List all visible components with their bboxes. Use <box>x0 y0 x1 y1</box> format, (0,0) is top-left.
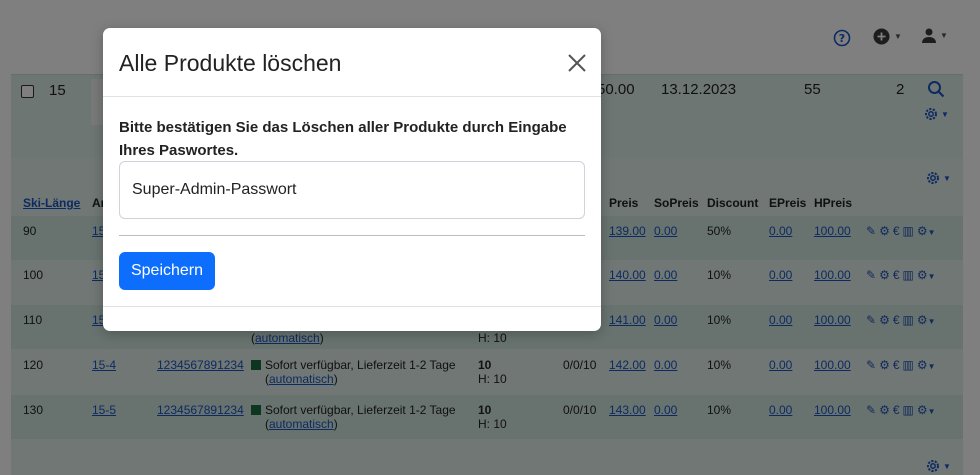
confirmation-message: Bitte bestätigen Sie das Löschen aller P… <box>119 119 567 159</box>
delete-all-products-modal: Alle Produkte löschen Bitte bestätigen S… <box>103 28 601 331</box>
divider <box>119 235 585 236</box>
close-icon[interactable] <box>566 52 588 74</box>
modal-title: Alle Produkte löschen <box>119 50 342 76</box>
password-input[interactable] <box>119 161 585 219</box>
modal-footer <box>103 306 601 307</box>
save-button[interactable]: Speichern <box>119 252 215 290</box>
modal-header: Alle Produkte löschen <box>103 28 601 97</box>
